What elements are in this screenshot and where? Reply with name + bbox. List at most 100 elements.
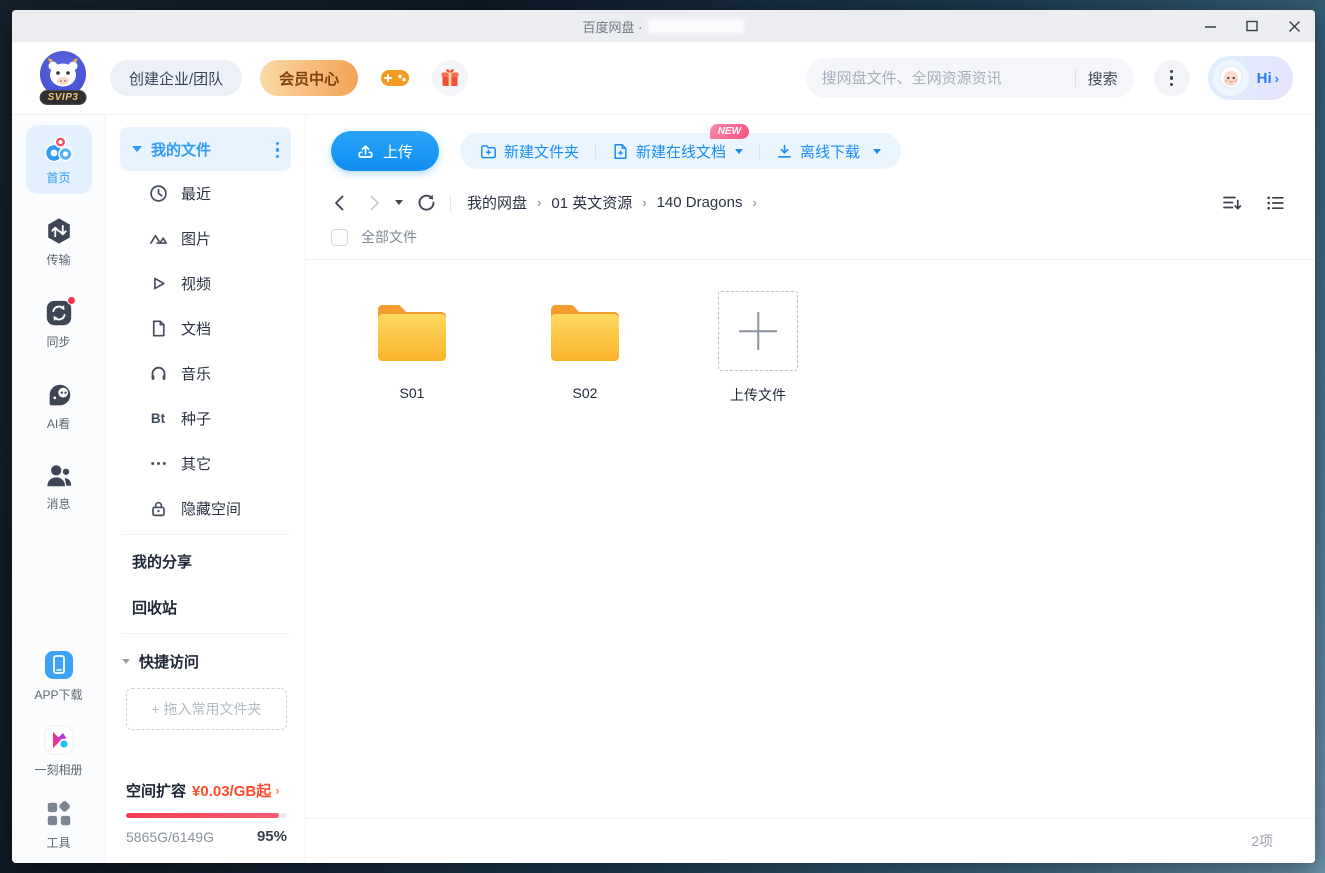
- profile-chevron-icon: ›: [1274, 70, 1279, 86]
- storage-progress-fill: [126, 813, 279, 818]
- storage-usage-text: 5865G/6149G: [126, 828, 214, 845]
- app-window: 百度网盘 · SVIP3 创建企业/团队 会员中心 搜网盘文件、全网资源资讯 搜…: [12, 10, 1315, 863]
- search-input[interactable]: [821, 69, 1069, 87]
- messages-icon: [46, 465, 72, 487]
- create-team-button[interactable]: 创建企业/团队: [110, 60, 243, 96]
- toolbar: 上传 新建文件夹 NEW 新建在线文档 离线下载: [306, 115, 1315, 171]
- header: SVIP3 创建企业/团队 会员中心 搜索: [12, 42, 1315, 115]
- rail-item-messages[interactable]: 消息: [26, 453, 92, 520]
- upload-icon: [358, 144, 373, 158]
- search-button[interactable]: 搜索: [1088, 68, 1118, 89]
- member-center-button[interactable]: 会员中心: [260, 60, 359, 96]
- sidebar-item-recent[interactable]: 最近: [120, 171, 291, 216]
- divider: [122, 633, 289, 634]
- history-dropdown-icon[interactable]: [395, 200, 403, 205]
- plus-icon: [718, 291, 798, 371]
- sidebar-item-music[interactable]: 音乐: [120, 351, 291, 396]
- divider: [122, 534, 289, 535]
- status-bar: 2项: [306, 818, 1315, 863]
- main-content: 上传 新建文件夹 NEW 新建在线文档 离线下载 我的网盘 › 01 英文资源 …: [306, 115, 1315, 863]
- new-doc-icon: [614, 143, 627, 159]
- svip-badge: SVIP3: [39, 90, 87, 105]
- dropdown-caret-icon: [735, 148, 744, 154]
- my-files-more-icon[interactable]: [275, 140, 279, 158]
- storage-progress-track: [126, 813, 287, 818]
- search-box: 搜索: [805, 58, 1134, 98]
- maximize-button[interactable]: [1231, 10, 1273, 42]
- quick-access-header[interactable]: 快捷访问: [122, 651, 291, 672]
- select-all-label: 全部文件: [361, 229, 417, 245]
- yike-album-icon: [44, 725, 73, 755]
- rail-item-tools[interactable]: 工具: [26, 790, 92, 859]
- minimize-button[interactable]: [1189, 10, 1231, 42]
- folder-name: S01: [399, 385, 425, 401]
- user-avatar-svip[interactable]: SVIP3: [38, 51, 88, 105]
- games-icon[interactable]: [380, 66, 410, 90]
- sidebar-item-others[interactable]: 其它: [120, 441, 291, 486]
- rail-item-app-download[interactable]: APP下载: [26, 640, 92, 711]
- new-badge: NEW: [709, 123, 750, 139]
- drop-folder-zone[interactable]: + 拖入常用文件夹: [126, 688, 287, 730]
- breadcrumb: 我的网盘 › 01 英文资源 › 140 Dragons ›: [467, 192, 757, 213]
- gift-icon[interactable]: [432, 60, 469, 96]
- offline-download-button[interactable]: 离线下载: [776, 141, 882, 162]
- forward-button[interactable]: [365, 194, 383, 212]
- ai-view-icon: [49, 384, 70, 406]
- ellipsis-icon: [148, 454, 168, 473]
- profile-pill[interactable]: Hi ›: [1207, 56, 1293, 100]
- rail-item-yike-album[interactable]: 一刻相册: [26, 715, 92, 786]
- divider: [450, 193, 451, 212]
- sidebar-item-videos[interactable]: 视频: [120, 261, 291, 306]
- rail-item-ai-view[interactable]: AI看: [26, 371, 92, 440]
- sidebar-item-documents[interactable]: 文档: [120, 306, 291, 351]
- back-button[interactable]: [331, 194, 349, 212]
- rail-item-transfer[interactable]: 传输: [26, 207, 92, 276]
- collapse-triangle-icon: [132, 146, 142, 152]
- new-online-doc-button[interactable]: NEW 新建在线文档: [612, 123, 750, 162]
- files-grid: S01 S02 上传文件: [306, 260, 1315, 818]
- sidebar-recycle-bin[interactable]: 回收站: [120, 584, 291, 630]
- upload-button[interactable]: 上传: [331, 131, 440, 171]
- title-bar[interactable]: 百度网盘 ·: [12, 10, 1315, 42]
- list-view-icon[interactable]: [1266, 194, 1285, 212]
- breadcrumb-english-resources[interactable]: 01 英文资源: [551, 192, 632, 213]
- clock-icon: [148, 184, 168, 203]
- quick-access-triangle-icon: [122, 659, 130, 664]
- refresh-button[interactable]: [417, 193, 436, 212]
- transfer-icon: [47, 218, 70, 244]
- rail-item-home[interactable]: 首页: [25, 125, 92, 194]
- tools-icon: [47, 801, 70, 826]
- folder-icon: [551, 305, 619, 361]
- sidebar-item-hidden-space[interactable]: 隐藏空间: [120, 486, 291, 531]
- sidebar-item-pictures[interactable]: 图片: [120, 216, 291, 261]
- storage-chevron-icon: ›: [275, 783, 280, 798]
- sync-notification-dot: [66, 296, 76, 305]
- sidebar-my-files[interactable]: 我的文件: [120, 127, 291, 171]
- folder-tile-s01[interactable]: S01: [369, 290, 455, 401]
- document-icon: [148, 319, 168, 338]
- folder-icon: [378, 305, 446, 361]
- folder-name: S02: [572, 385, 598, 401]
- play-icon: [148, 274, 168, 293]
- breadcrumb-separator-icon: ›: [537, 195, 542, 210]
- breadcrumb-140-dragons[interactable]: 140 Dragons: [657, 194, 743, 211]
- sidebar-item-torrents[interactable]: Bt 种子: [120, 396, 291, 441]
- upload-file-tile[interactable]: 上传文件: [715, 290, 801, 405]
- new-folder-button[interactable]: 新建文件夹: [480, 141, 579, 162]
- more-menu-icon[interactable]: [1153, 60, 1190, 96]
- select-all-checkbox[interactable]: [331, 228, 348, 246]
- netdisk-home-icon: [44, 136, 73, 163]
- window-title: 百度网盘 ·: [12, 17, 1315, 36]
- rail-item-sync[interactable]: 同步: [26, 289, 92, 358]
- select-all-row: 全部文件: [306, 227, 1315, 260]
- folder-tile-s02[interactable]: S02: [542, 290, 628, 401]
- app-download-icon: [44, 651, 73, 679]
- expand-storage-link[interactable]: 空间扩容 ¥0.03/GB起 ›: [126, 780, 287, 801]
- sidebar-my-shares[interactable]: 我的分享: [120, 538, 291, 584]
- breadcrumb-my-drive[interactable]: 我的网盘: [467, 192, 527, 213]
- close-button[interactable]: [1273, 10, 1315, 42]
- sort-icon[interactable]: [1222, 194, 1242, 212]
- storage-percent: 95%: [256, 828, 287, 845]
- greeting-text: Hi: [1256, 69, 1272, 87]
- toolbar-actions: 新建文件夹 NEW 新建在线文档 离线下载: [460, 123, 902, 169]
